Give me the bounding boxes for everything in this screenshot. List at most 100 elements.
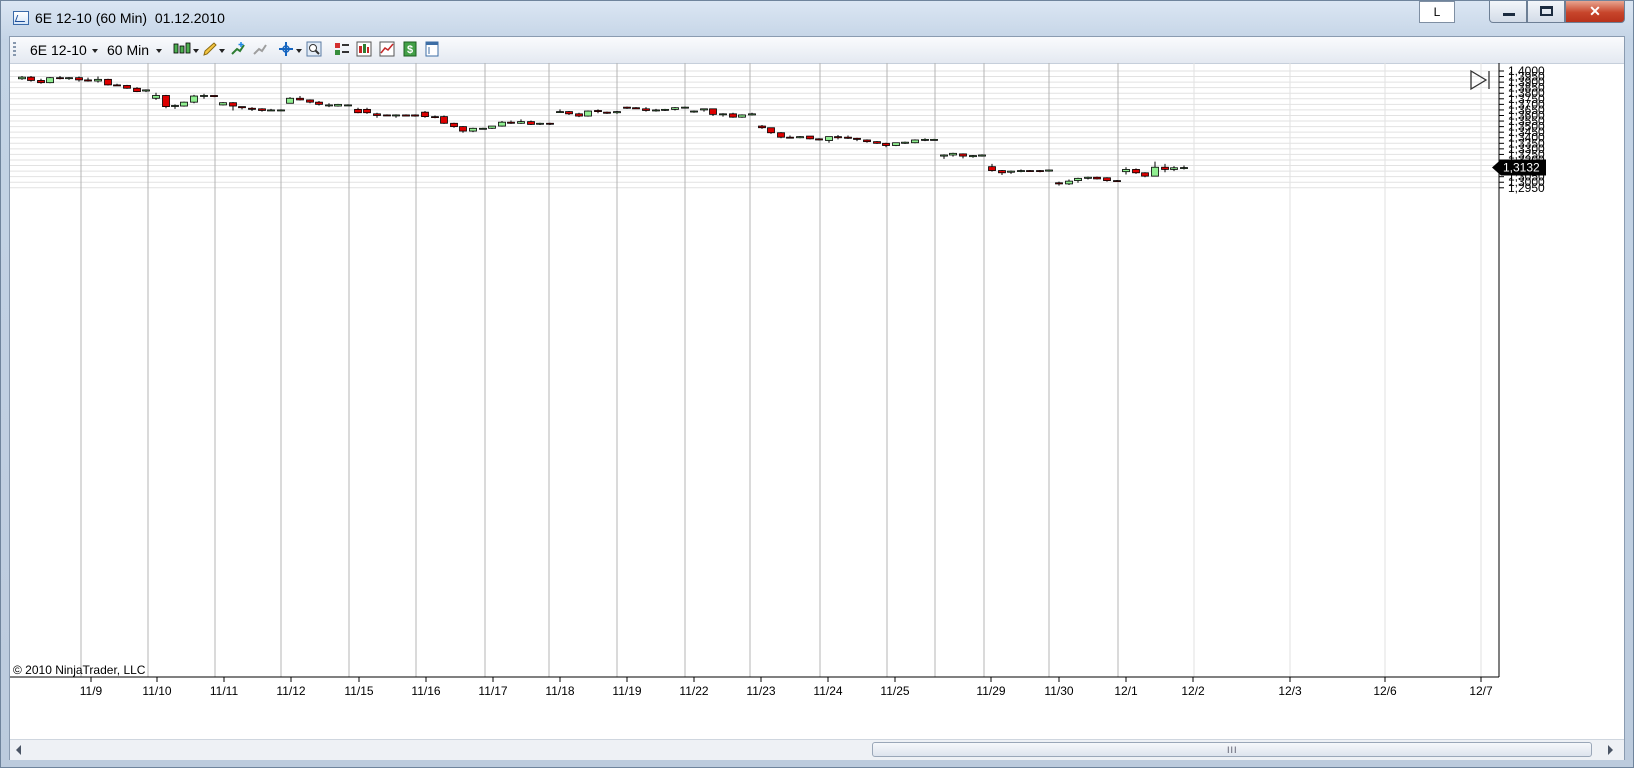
- candle-body: [219, 102, 227, 106]
- candle-body: [527, 121, 535, 125]
- candlestick: [325, 103, 333, 108]
- close-button[interactable]: ✕: [1565, 1, 1625, 23]
- candle-body: [748, 113, 756, 116]
- title-bar[interactable]: 6E 12-10 (60 Min) 01.12.2010 L ✕: [1, 1, 1633, 35]
- chart-properties-icon[interactable]: [379, 41, 395, 57]
- data-box-icon[interactable]: [356, 41, 372, 57]
- toolbar-grip[interactable]: [13, 42, 16, 58]
- candle-body: [65, 77, 73, 80]
- scrollbar-grip-icon: III: [1227, 745, 1238, 755]
- candle-body: [210, 95, 218, 97]
- candle-body: [998, 170, 1006, 174]
- candle-body: [901, 141, 909, 144]
- candlestick: [719, 113, 727, 117]
- candlestick: [363, 107, 371, 114]
- candle-body: [162, 95, 170, 107]
- last-price-label: 1,3132: [1503, 161, 1540, 175]
- candle-body: [411, 114, 419, 117]
- candlestick: [642, 107, 650, 112]
- candle-body: [1055, 182, 1063, 185]
- x-tick-label: 12/3: [1278, 684, 1302, 698]
- candle-body: [152, 95, 160, 99]
- instrument-label: 6E 12-10: [30, 42, 87, 58]
- chart-app-icon: [13, 11, 29, 25]
- candle-body: [834, 136, 842, 139]
- candle-body: [738, 114, 746, 118]
- candle-body: [104, 78, 112, 86]
- zoom-icon[interactable]: [306, 41, 322, 57]
- scrollbar-thumb[interactable]: III: [872, 742, 1592, 757]
- price-chart[interactable]: 1,29501,30001,30501,31001,31501,32001,32…: [10, 63, 1624, 735]
- candle-body: [517, 121, 525, 124]
- crosshair-chevron-icon[interactable]: [296, 49, 302, 53]
- scroll-left-icon[interactable]: [16, 745, 21, 755]
- crosshair-icon[interactable]: [278, 41, 294, 57]
- candlestick: [258, 108, 266, 112]
- candle-body: [1045, 169, 1053, 172]
- time-axis-labels: 11/9 11/10 11/11 11/12 11/15 11/16 11/17 11/18 1…: [80, 677, 1493, 698]
- scroll-to-end-icon[interactable]: [1470, 69, 1490, 91]
- remove-indicator-icon[interactable]: [252, 41, 268, 57]
- candlestick: [892, 142, 900, 147]
- candlestick: [27, 76, 35, 82]
- candlestick: [863, 139, 871, 143]
- candlestick: [65, 77, 73, 80]
- candle-body: [623, 106, 631, 109]
- add-indicator-icon[interactable]: [230, 41, 246, 57]
- chart-toolbar: 6E 12-10 60 Min $: [10, 37, 1624, 64]
- candle-body: [75, 77, 83, 81]
- link-button[interactable]: L: [1419, 1, 1455, 23]
- candlestick-series: [18, 76, 1188, 186]
- candlestick: [373, 112, 381, 118]
- scroll-right-icon[interactable]: [1608, 745, 1613, 755]
- maximize-button[interactable]: [1527, 1, 1565, 23]
- candle-body: [431, 116, 439, 119]
- candle-body: [632, 107, 640, 110]
- candlestick: [1180, 165, 1188, 170]
- dollar-icon[interactable]: $: [402, 41, 418, 57]
- candle-body: [661, 108, 669, 111]
- x-tick-label: 12/7: [1469, 684, 1493, 698]
- candle-body: [1093, 176, 1101, 180]
- layout-icon[interactable]: [424, 41, 440, 57]
- candlestick: [1113, 180, 1121, 182]
- horizontal-gridlines: [10, 70, 1499, 189]
- x-tick-label: 11/16: [411, 684, 440, 698]
- candle-body: [969, 155, 977, 158]
- candle-body: [229, 102, 237, 107]
- close-icon: ✕: [1589, 3, 1601, 19]
- candlestick: [623, 106, 631, 109]
- x-tick-label: 12/6: [1373, 684, 1397, 698]
- candlestick: [536, 122, 544, 125]
- candle-body: [1180, 167, 1188, 169]
- candle-body: [873, 141, 881, 144]
- candle-body: [844, 136, 852, 139]
- candlestick: [1093, 176, 1101, 180]
- candle-body: [296, 97, 304, 101]
- candlestick: [104, 78, 112, 86]
- candle-body: [190, 95, 198, 103]
- candle-body: [1151, 166, 1159, 177]
- candle-body: [681, 106, 689, 109]
- minimize-button[interactable]: [1489, 1, 1527, 23]
- candlestick: [229, 102, 237, 111]
- instrument-selector[interactable]: 6E 12-10: [30, 42, 87, 58]
- candle-body: [652, 109, 660, 112]
- draw-pencil-icon[interactable]: [202, 41, 218, 57]
- x-tick-label: 11/23: [746, 684, 775, 698]
- interval-selector[interactable]: 60 Min: [107, 42, 149, 58]
- bar-type-icon[interactable]: [173, 41, 193, 57]
- candlestick: [690, 110, 698, 113]
- candlestick: [911, 139, 919, 144]
- strategy-icon[interactable]: [334, 41, 350, 57]
- draw-chevron-icon[interactable]: [219, 49, 225, 53]
- candlestick: [825, 136, 833, 143]
- instrument-chevron-down-icon[interactable]: [92, 49, 98, 53]
- bar-type-chevron-icon[interactable]: [193, 49, 199, 53]
- candle-body: [267, 109, 275, 112]
- vertical-gridlines: [80, 63, 1482, 677]
- candle-body: [440, 116, 448, 124]
- horizontal-scrollbar[interactable]: III: [10, 739, 1624, 760]
- interval-chevron-down-icon[interactable]: [156, 49, 162, 53]
- candle-body: [536, 122, 544, 125]
